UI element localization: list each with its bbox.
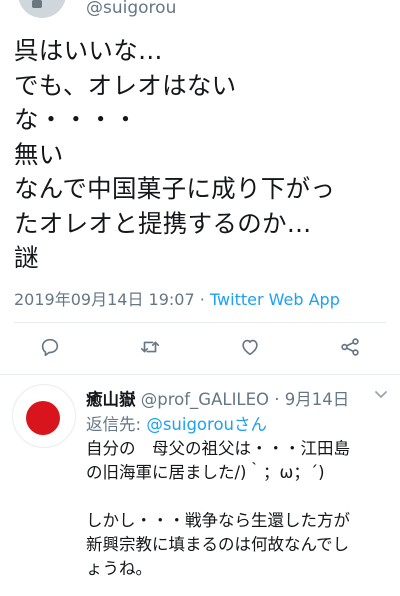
retweet-button[interactable] <box>137 334 163 360</box>
like-icon <box>242 339 258 356</box>
reply-line: 新興宗教に填まるのは何故なんでし <box>86 535 350 554</box>
tweet-source[interactable]: Twitter Web App <box>210 290 340 309</box>
divider <box>0 374 400 375</box>
meta-separator: · <box>199 290 205 309</box>
reply-dot: · <box>274 390 280 409</box>
reply-header: 癒山嶽 @prof_GALILEO · 9月14日 <box>86 386 349 410</box>
tweet-text: 呉はいいな… でも、オレオはない な・・・・ 無い なんで中国菓子に成り下がっ … <box>14 34 394 276</box>
tweet-actions <box>0 334 400 364</box>
divider <box>14 322 386 323</box>
tweet-line: 謎 <box>14 243 39 272</box>
author-avatar[interactable] <box>18 0 66 18</box>
share-icon <box>341 338 359 356</box>
reply-line: しかし・・・戦争なら生還した方が <box>86 511 350 530</box>
like-button[interactable] <box>237 334 263 360</box>
tweet-line: な・・・・ <box>14 105 138 134</box>
reply-text: 自分の 母父の祖父は・・・江田島 の旧海軍に居ました/)｀；ω；´) しかし・・… <box>86 437 391 581</box>
tweet-line: たオレオと提携するのか… <box>14 208 312 238</box>
reply-to-mention[interactable]: @suigorouさん <box>146 415 267 434</box>
tweet-meta: 2019年09月14日 19:07 · Twitter Web App <box>14 286 340 310</box>
reply-line: ょうね。 <box>86 559 152 578</box>
reply-button[interactable] <box>37 334 63 360</box>
reply-line: 自分の 母父の祖父は・・・江田島 <box>86 439 350 458</box>
reply-author-name[interactable]: 癒山嶽 <box>86 390 136 409</box>
tweet-timestamp[interactable]: 2019年09月14日 19:07 <box>14 290 195 309</box>
reply-to-label: 返信先: <box>86 415 142 434</box>
tweet-line: なんで中国菓子に成り下がっ <box>14 174 336 203</box>
retweet-icon <box>140 341 160 353</box>
tweet-line: 無い <box>14 139 64 169</box>
author-handle[interactable]: @suigorou <box>86 0 176 18</box>
reply-to: 返信先: @suigorouさん <box>86 411 267 435</box>
reply-date[interactable]: 9月14日 <box>285 390 350 409</box>
reply-icon <box>41 338 59 357</box>
reply-line: の旧海軍に居ました/)｀；ω；´) <box>86 463 325 482</box>
tweet-line: 呉はいいな… <box>14 36 163 65</box>
chevron-down-icon[interactable] <box>374 390 388 400</box>
tweet-line: でも、オレオはない <box>14 70 237 100</box>
reply-author-handle[interactable]: @prof_GALILEO <box>141 390 269 409</box>
rising-sun-image <box>26 401 60 435</box>
reply-avatar[interactable] <box>12 384 76 448</box>
share-button[interactable] <box>337 334 363 360</box>
reply-line <box>86 485 391 509</box>
